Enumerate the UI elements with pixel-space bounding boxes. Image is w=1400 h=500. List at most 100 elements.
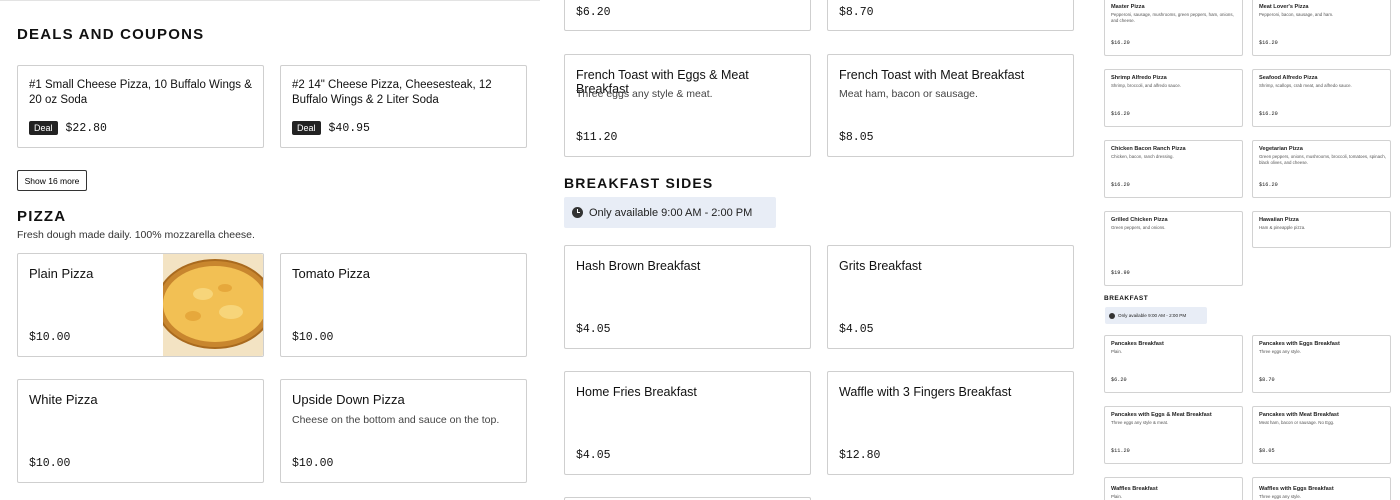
item-name: Hash Brown Breakfast bbox=[576, 259, 701, 273]
item-price: $8.70 bbox=[839, 6, 874, 19]
item-name: Pancakes Breakfast bbox=[1111, 341, 1164, 347]
side-card-grits[interactable]: Grits Breakfast $4.05 bbox=[827, 245, 1074, 349]
item-price: $16.20 bbox=[1111, 40, 1130, 46]
item-name: Grits Breakfast bbox=[839, 259, 922, 273]
show-more-button[interactable]: Show 16 more bbox=[17, 170, 87, 191]
deal-card-2[interactable]: #2 14" Cheese Pizza, Cheesesteak, 12 Buf… bbox=[280, 65, 527, 148]
item-name: Pancakes with Meat Breakfast bbox=[1259, 412, 1339, 418]
item-desc: Shrimp, broccoli, and alfredo sauce. bbox=[1111, 83, 1182, 88]
item-price: $12.80 bbox=[839, 449, 881, 462]
item-desc: Green peppers, and onions. bbox=[1111, 225, 1166, 230]
item-name: Tomato Pizza bbox=[292, 266, 371, 281]
small-card-vegetarian[interactable]: Vegetarian Pizza Green peppers, onions, … bbox=[1252, 140, 1391, 198]
availability-text: Only available 9:00 AM - 2:00 PM bbox=[589, 206, 753, 219]
small-card-pancakes[interactable]: Pancakes Breakfast Plain. $6.20 bbox=[1104, 335, 1243, 393]
item-name: Waffles Breakfast bbox=[1111, 486, 1158, 492]
item-price: $8.05 bbox=[839, 131, 874, 144]
item-name: Waffles with Eggs Breakfast bbox=[1259, 486, 1334, 492]
small-card-master-pizza[interactable]: Master Pizza Pepperoni, sausage, mushroo… bbox=[1104, 0, 1243, 56]
small-card-waffles-eggs[interactable]: Waffles with Eggs Breakfast Three eggs a… bbox=[1252, 477, 1391, 500]
item-price: $6.20 bbox=[1111, 377, 1127, 383]
item-desc: Pepperoni, bacon, sausage, and ham. bbox=[1259, 12, 1334, 17]
breakfast-card-french-toast-eggs-meat[interactable]: French Toast with Eggs & Meat Breakfast … bbox=[564, 54, 811, 157]
small-breakfast-title: Breakfast bbox=[1104, 295, 1149, 302]
side-card-waffle[interactable]: Waffle with 3 Fingers Breakfast $12.80 bbox=[827, 371, 1074, 475]
clock-icon bbox=[1109, 312, 1115, 319]
availability-banner: Only available 9:00 AM - 2:00 PM bbox=[564, 197, 776, 228]
plain-pizza-image bbox=[163, 254, 263, 356]
item-desc: Meat ham, bacon or sausage. bbox=[839, 88, 978, 100]
pizza-section-title: Pizza bbox=[17, 208, 67, 225]
deal-badge: Deal bbox=[29, 121, 58, 135]
item-price: $16.20 bbox=[1259, 182, 1278, 188]
deal-price: $40.95 bbox=[328, 121, 370, 135]
small-card-hawaiian[interactable]: Hawaiian Pizza Ham & pineapple pizza. bbox=[1252, 211, 1391, 248]
item-name: Waffle with 3 Fingers Breakfast bbox=[839, 385, 1012, 399]
item-desc: Three eggs any style. bbox=[1259, 349, 1301, 354]
item-price: $11.20 bbox=[576, 131, 618, 144]
small-card-pancakes-eggs-meat[interactable]: Pancakes with Eggs & Meat Breakfast Thre… bbox=[1104, 406, 1243, 464]
item-price: $10.00 bbox=[292, 457, 334, 470]
item-price: $16.20 bbox=[1259, 40, 1278, 46]
item-name: Hawaiian Pizza bbox=[1259, 217, 1299, 223]
breakfast-card-top-2[interactable]: $8.70 bbox=[827, 0, 1074, 31]
small-card-grilled-chicken[interactable]: Grilled Chicken Pizza Green peppers, and… bbox=[1104, 211, 1243, 286]
pizza-section-subtitle: Fresh dough made daily. 100% mozzarella … bbox=[17, 229, 255, 241]
item-price: $16.20 bbox=[1111, 111, 1130, 117]
item-name: Master Pizza bbox=[1111, 4, 1145, 10]
item-desc: Plain. bbox=[1111, 494, 1122, 499]
item-price: $4.05 bbox=[576, 323, 611, 336]
pizza-card-upside-down[interactable]: Upside Down Pizza Cheese on the bottom a… bbox=[280, 379, 527, 483]
item-desc: Cheese on the bottom and sauce on the to… bbox=[292, 414, 500, 426]
item-desc: Shrimp, scallops, crab meat, and alfredo… bbox=[1259, 83, 1352, 88]
breakfast-card-french-toast-meat[interactable]: French Toast with Meat Breakfast Meat ha… bbox=[827, 54, 1074, 157]
small-card-meat-lovers[interactable]: Meat Lover's Pizza Pepperoni, bacon, sau… bbox=[1252, 0, 1391, 56]
item-desc: Three eggs any style & meat. bbox=[576, 88, 713, 100]
item-name: Vegetarian Pizza bbox=[1259, 146, 1303, 152]
item-name: Upside Down Pizza bbox=[292, 392, 405, 407]
clock-icon bbox=[572, 207, 583, 218]
pizza-card-tomato[interactable]: Tomato Pizza $10.00 bbox=[280, 253, 527, 357]
item-price: $8.05 bbox=[1259, 448, 1275, 454]
item-desc: Green peppers, onions, mushrooms, brocco… bbox=[1259, 154, 1386, 165]
item-name: Pancakes with Eggs & Meat Breakfast bbox=[1111, 412, 1212, 418]
item-price: $10.00 bbox=[29, 331, 71, 344]
item-desc: Pepperoni, sausage, mushrooms, green pep… bbox=[1111, 12, 1234, 23]
item-price: $6.20 bbox=[576, 6, 611, 19]
pizza-card-plain[interactable]: Plain Pizza $10.00 bbox=[17, 253, 264, 357]
small-card-seafood-alfredo[interactable]: Seafood Alfredo Pizza Shrimp, scallops, … bbox=[1252, 69, 1391, 127]
item-name: Seafood Alfredo Pizza bbox=[1259, 75, 1318, 81]
item-price: $8.70 bbox=[1259, 377, 1275, 383]
deal-name: #2 14" Cheese Pizza, Cheesesteak, 12 Buf… bbox=[292, 79, 492, 106]
item-price: $10.00 bbox=[29, 457, 71, 470]
small-card-pancakes-meat[interactable]: Pancakes with Meat Breakfast Meat ham, b… bbox=[1252, 406, 1391, 464]
item-desc: Chicken, bacon, ranch dressing. bbox=[1111, 154, 1174, 159]
item-name: Home Fries Breakfast bbox=[576, 385, 697, 399]
small-card-shrimp-alfredo[interactable]: Shrimp Alfredo Pizza Shrimp, broccoli, a… bbox=[1104, 69, 1243, 127]
small-card-chicken-bacon-ranch[interactable]: Chicken Bacon Ranch Pizza Chicken, bacon… bbox=[1104, 140, 1243, 198]
breakfast-card-top-1[interactable]: $6.20 bbox=[564, 0, 811, 31]
item-price: $4.05 bbox=[576, 449, 611, 462]
small-card-waffles[interactable]: Waffles Breakfast Plain. bbox=[1104, 477, 1243, 500]
small-availability-text: Only available 9:00 AM - 2:00 PM bbox=[1118, 313, 1187, 318]
item-desc: Ham & pineapple pizza. bbox=[1259, 225, 1306, 230]
item-price: $19.99 bbox=[1111, 270, 1130, 276]
side-card-hash-brown[interactable]: Hash Brown Breakfast $4.05 bbox=[564, 245, 811, 349]
pizza-card-white[interactable]: White Pizza $10.00 bbox=[17, 379, 264, 483]
small-card-pancakes-eggs[interactable]: Pancakes with Eggs Breakfast Three eggs … bbox=[1252, 335, 1391, 393]
deal-card-1[interactable]: #1 Small Cheese Pizza, 10 Buffalo Wings … bbox=[17, 65, 264, 148]
item-desc: Meat ham, bacon or sausage. No Egg. bbox=[1259, 420, 1335, 425]
item-name: Pancakes with Eggs Breakfast bbox=[1259, 341, 1340, 347]
item-price: $10.00 bbox=[292, 331, 334, 344]
item-name: French Toast with Meat Breakfast bbox=[839, 68, 1025, 82]
item-desc: Three eggs any style. bbox=[1259, 494, 1301, 499]
item-price: $16.20 bbox=[1111, 182, 1130, 188]
item-price: $16.20 bbox=[1259, 111, 1278, 117]
item-name: Shrimp Alfredo Pizza bbox=[1111, 75, 1167, 81]
breakfast-sides-title: Breakfast Sides bbox=[564, 175, 714, 191]
side-card-home-fries[interactable]: Home Fries Breakfast $4.05 bbox=[564, 371, 811, 475]
deals-section-title: Deals and Coupons bbox=[17, 26, 205, 43]
deal-badge: Deal bbox=[292, 121, 321, 135]
item-price: $4.05 bbox=[839, 323, 874, 336]
item-desc: Three eggs any style & meat. bbox=[1111, 420, 1169, 425]
